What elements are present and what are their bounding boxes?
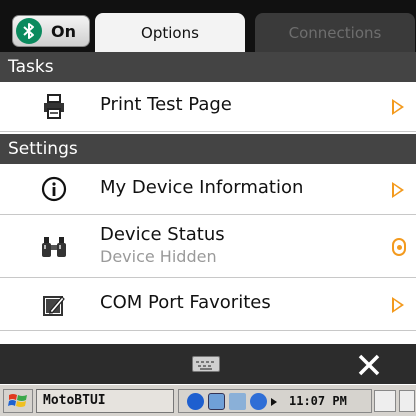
info-icon xyxy=(38,173,70,205)
favorites-icon xyxy=(38,289,70,321)
close-icon[interactable] xyxy=(356,352,382,378)
list-item-print-test-page[interactable]: Print Test Page xyxy=(0,82,416,132)
chevron-right-icon xyxy=(392,297,404,313)
options-list: Tasks Print Test Page Settings My Device… xyxy=(0,52,416,344)
tab-connections[interactable]: Connections xyxy=(255,13,415,53)
desktop-icon[interactable] xyxy=(399,390,415,412)
tab-bar: On Options Connections xyxy=(0,0,416,53)
list-item-com-port-favorites[interactable]: COM Port Favorites xyxy=(0,279,416,331)
taskbar-app-button[interactable]: MotoBTUI xyxy=(36,389,174,413)
binoculars-icon xyxy=(38,231,70,263)
chevron-right-icon xyxy=(392,182,404,198)
globe-tray-icon[interactable] xyxy=(250,393,267,410)
printer-icon xyxy=(38,91,70,123)
status-indicator-icon xyxy=(392,238,406,256)
taskbar: MotoBTUI 11:07 PM xyxy=(0,384,416,416)
list-item-label: My Device Information xyxy=(100,177,304,198)
list-item-label: COM Port Favorites xyxy=(100,292,271,313)
bluetooth-toggle-button[interactable]: On xyxy=(12,15,90,47)
tab-options[interactable]: Options xyxy=(95,13,245,53)
section-header-settings: Settings xyxy=(0,134,416,164)
list-item-label: Device Status xyxy=(100,224,225,245)
keyboard-icon[interactable] xyxy=(192,356,220,372)
bluetooth-toggle-label: On xyxy=(51,21,76,41)
network-tray-icon[interactable] xyxy=(208,393,225,410)
list-item-label: Print Test Page xyxy=(100,94,232,115)
start-button[interactable] xyxy=(3,389,33,413)
clock[interactable]: 11:07 PM xyxy=(289,390,347,412)
section-header-tasks: Tasks xyxy=(0,52,416,82)
chevron-right-icon xyxy=(392,99,404,115)
softkey-bar xyxy=(0,344,416,384)
system-tray: 11:07 PM xyxy=(178,389,372,413)
list-item-sublabel: Device Hidden xyxy=(100,247,217,266)
connectivity-tray-icon[interactable] xyxy=(229,393,246,410)
windows-logo-icon xyxy=(8,394,27,407)
bluetooth-icon xyxy=(16,18,42,44)
list-item-my-device-information[interactable]: My Device Information xyxy=(0,164,416,215)
input-panel-icon[interactable] xyxy=(374,390,396,412)
bluetooth-tray-icon[interactable] xyxy=(187,393,204,410)
list-item-device-status[interactable]: Device Status Device Hidden xyxy=(0,216,416,278)
volume-arrow-icon xyxy=(271,398,277,406)
